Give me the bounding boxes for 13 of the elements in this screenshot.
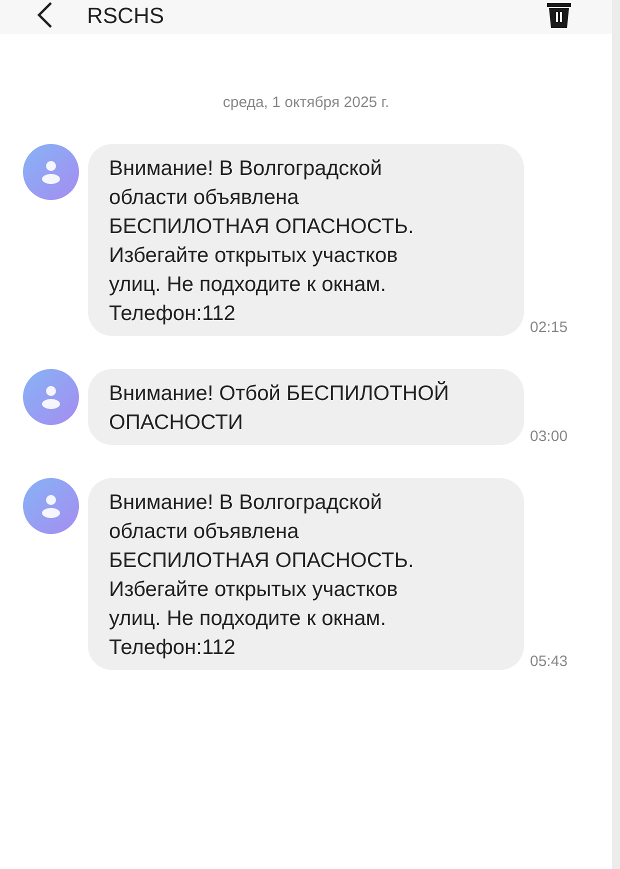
trash-icon[interactable] (546, 0, 572, 28)
date-divider: среда, 1 октября 2025 г. (222, 93, 390, 113)
back-icon[interactable] (35, 2, 55, 28)
message-bubble[interactable]: Внимание! Отбой БЕСПИЛОТНОЙ ОПАСНОСТИ (88, 369, 524, 445)
message-time: 02:15 (530, 319, 568, 336)
message-time: 03:00 (530, 428, 568, 445)
avatar-icon[interactable] (23, 369, 79, 425)
conversation-title: RSCHS (87, 3, 164, 29)
avatar-icon[interactable] (23, 478, 79, 534)
avatar-icon[interactable] (23, 144, 79, 200)
message-bubble[interactable]: Внимание! В Волгоградской области объявлена БЕСПИЛОТНАЯ ОПАСНОСТЬ. Избегайте открытых участков улиц. Не подходите к окнам. Телефон:112 (88, 478, 524, 670)
message-bubble[interactable]: Внимание! В Волгоградской области объявлена БЕСПИЛОТНАЯ ОПАСНОСТЬ. Избегайте открытых участков улиц. Не подходите к окнам. Телефон:112 (88, 144, 524, 336)
message-time: 05:43 (530, 653, 568, 670)
